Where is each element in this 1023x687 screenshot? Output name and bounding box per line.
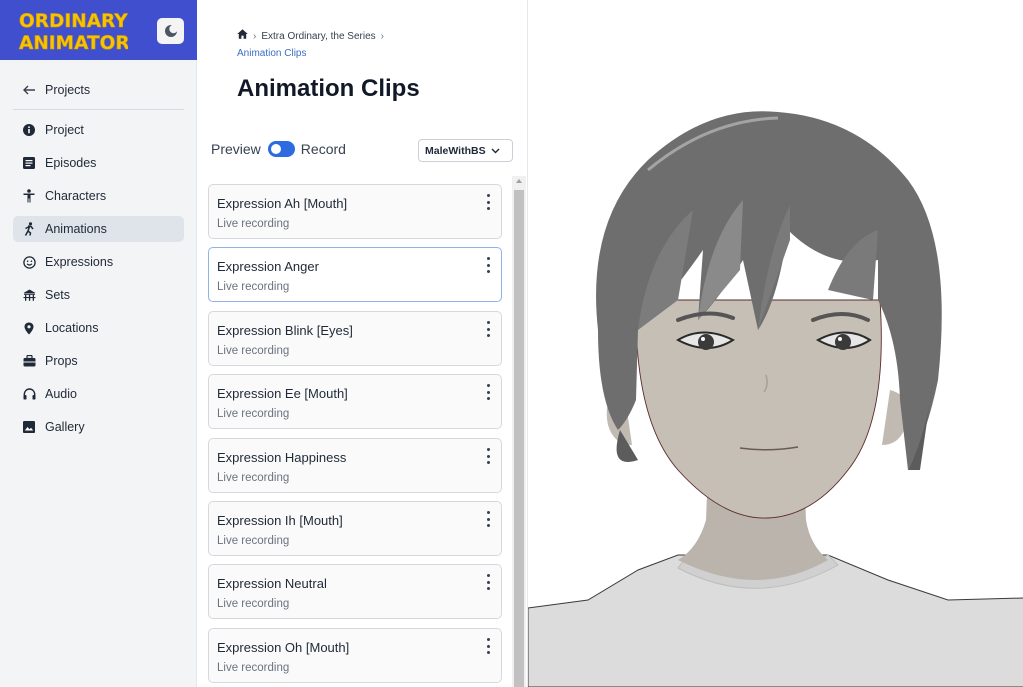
app-logo: ORDINARY ANIMATOR bbox=[19, 11, 128, 54]
character-select-value: MaleWithBS bbox=[425, 144, 486, 157]
sidebar-item-label: Animations bbox=[45, 222, 107, 236]
sidebar-item-label: Sets bbox=[45, 288, 71, 302]
character-preview-viewport[interactable] bbox=[527, 0, 1023, 687]
sidebar-item-project[interactable]: Project bbox=[13, 117, 184, 143]
clip-status: Live recording bbox=[217, 345, 290, 357]
more-options-icon[interactable] bbox=[485, 384, 491, 400]
clips-panel: › Extra Ordinary, the Series › Animation… bbox=[198, 0, 527, 687]
sidebar-item-gallery[interactable]: Gallery bbox=[13, 414, 184, 440]
more-options-icon[interactable] bbox=[485, 638, 491, 654]
sidebar-item-label: Episodes bbox=[45, 156, 97, 170]
mode-switch: Preview Record bbox=[211, 141, 346, 157]
clip-status: Live recording bbox=[217, 281, 290, 293]
more-options-icon[interactable] bbox=[485, 194, 491, 210]
record-label: Record bbox=[300, 141, 346, 157]
logo-line1: ORDINARY bbox=[19, 11, 128, 32]
sidebar-item-label: Expressions bbox=[45, 255, 114, 269]
sidebar-item-characters[interactable]: Characters bbox=[13, 183, 184, 209]
clip-name: Expression Ee [Mouth] bbox=[217, 386, 348, 401]
clip-status: Live recording bbox=[217, 535, 290, 547]
briefcase-icon bbox=[20, 352, 38, 370]
clip-card[interactable]: Expression Happiness Live recording bbox=[208, 438, 502, 493]
character-select[interactable]: MaleWithBS bbox=[418, 139, 513, 162]
clip-status: Live recording bbox=[217, 408, 290, 420]
image-icon bbox=[20, 418, 38, 436]
sidebar-item-label: Props bbox=[45, 354, 78, 368]
nav-back-projects[interactable]: Projects bbox=[13, 77, 184, 103]
brand-header: ORDINARY ANIMATOR bbox=[0, 0, 197, 60]
more-options-icon[interactable] bbox=[485, 511, 491, 527]
sidebar-item-label: Audio bbox=[45, 387, 77, 401]
scrollbar-thumb[interactable] bbox=[514, 190, 524, 687]
page-title: Animation Clips bbox=[237, 75, 420, 102]
smiley-icon bbox=[20, 253, 38, 271]
toggle-knob bbox=[270, 144, 281, 154]
headphones-icon bbox=[20, 385, 38, 403]
sidebar-item-props[interactable]: Props bbox=[13, 348, 184, 374]
sidebar-item-animations[interactable]: Animations bbox=[13, 216, 184, 242]
more-options-icon[interactable] bbox=[485, 574, 491, 590]
breadcrumb-current: Animation Clips bbox=[237, 48, 307, 59]
more-options-icon[interactable] bbox=[485, 257, 491, 273]
clip-name: Expression Anger bbox=[217, 259, 319, 274]
app-window: ORDINARY ANIMATOR Projects Project Episo… bbox=[0, 0, 1023, 687]
breadcrumb-separator: › bbox=[253, 31, 257, 42]
breadcrumb-project-link[interactable]: Extra Ordinary, the Series bbox=[261, 28, 375, 45]
sidebar-item-label: Characters bbox=[45, 189, 107, 203]
logo-line2: ANIMATOR bbox=[19, 33, 128, 54]
more-options-icon[interactable] bbox=[485, 448, 491, 464]
chevron-down-icon bbox=[491, 145, 500, 157]
clip-card[interactable]: Expression Anger Live recording bbox=[208, 247, 502, 302]
character-model-render bbox=[528, 111, 1023, 687]
running-icon bbox=[20, 220, 38, 238]
info-icon bbox=[20, 121, 38, 139]
sidebar-divider bbox=[13, 109, 184, 110]
clip-name: Expression Blink [Eyes] bbox=[217, 323, 353, 338]
moon-icon bbox=[164, 24, 178, 37]
person-icon bbox=[20, 187, 38, 205]
clip-name: Expression Ah [Mouth] bbox=[217, 196, 348, 211]
clip-status: Live recording bbox=[217, 218, 290, 230]
breadcrumb-separator: › bbox=[380, 31, 384, 42]
more-options-icon[interactable] bbox=[485, 321, 491, 337]
scroll-up-arrow[interactable] bbox=[516, 179, 522, 183]
sidebar-item-label: Gallery bbox=[45, 420, 85, 434]
preview-record-toggle[interactable] bbox=[267, 141, 295, 157]
sidebar-item-label: Project bbox=[45, 123, 84, 137]
clip-status: Live recording bbox=[217, 598, 290, 610]
arrow-left-icon bbox=[20, 81, 38, 99]
clip-status: Live recording bbox=[217, 662, 290, 674]
preview-label: Preview bbox=[211, 141, 261, 157]
sidebar-item-sets[interactable]: Sets bbox=[13, 282, 184, 308]
list-icon bbox=[20, 154, 38, 172]
clip-name: Expression Happiness bbox=[217, 450, 347, 465]
clip-card[interactable]: Expression Ah [Mouth] Live recording bbox=[208, 184, 502, 239]
home-icon[interactable] bbox=[237, 28, 248, 45]
sidebar-item-label: Locations bbox=[45, 321, 99, 335]
clip-card[interactable]: Expression Neutral Live recording bbox=[208, 564, 502, 619]
sidebar-item-audio[interactable]: Audio bbox=[13, 381, 184, 407]
pavilion-icon bbox=[20, 286, 38, 304]
sidebar-item-episodes[interactable]: Episodes bbox=[13, 150, 184, 176]
clip-name: Expression Ih [Mouth] bbox=[217, 513, 343, 528]
clip-card[interactable]: Expression Blink [Eyes] Live recording bbox=[208, 311, 502, 366]
pin-icon bbox=[20, 319, 38, 337]
clip-card[interactable]: Expression Ih [Mouth] Live recording bbox=[208, 501, 502, 556]
clip-status: Live recording bbox=[217, 472, 290, 484]
sidebar-item-expressions[interactable]: Expressions bbox=[13, 249, 184, 275]
theme-toggle-button[interactable] bbox=[157, 18, 184, 44]
sidebar: ORDINARY ANIMATOR Projects Project Episo… bbox=[0, 0, 197, 687]
clip-name: Expression Oh [Mouth] bbox=[217, 640, 350, 655]
nav-back-label: Projects bbox=[45, 83, 91, 97]
sidebar-item-locations[interactable]: Locations bbox=[13, 315, 184, 341]
clip-card[interactable]: Expression Oh [Mouth] Live recording bbox=[208, 628, 502, 683]
clip-name: Expression Neutral bbox=[217, 576, 327, 591]
breadcrumb: › Extra Ordinary, the Series › Animation… bbox=[237, 28, 384, 62]
clip-card[interactable]: Expression Ee [Mouth] Live recording bbox=[208, 374, 502, 429]
